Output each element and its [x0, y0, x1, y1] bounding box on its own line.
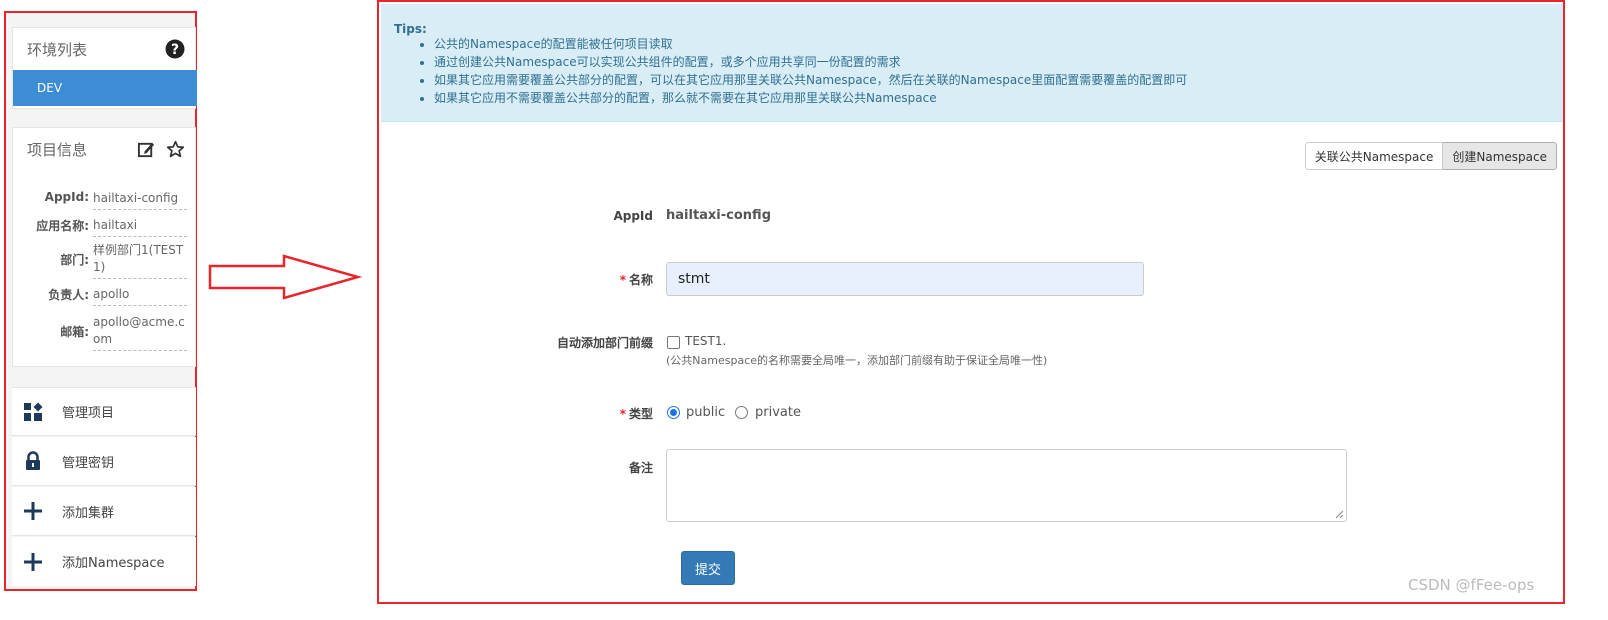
- nav-label: 添加Namespace: [62, 556, 165, 571]
- info-label: 邮箱:: [60, 325, 89, 339]
- required-mark: *: [619, 273, 626, 287]
- tips-list: 公共的Namespace的配置能被任何项目读取 通过创建公共Namespace可…: [394, 35, 1187, 107]
- appid-label: AppId: [613, 209, 653, 223]
- info-value: apollo: [93, 286, 187, 306]
- type-label-text: 类型: [628, 407, 653, 421]
- grid-icon: [22, 401, 44, 423]
- project-info-panel: 项目信息 AppId: hailtaxi-config 应用名称: hailta…: [12, 127, 196, 367]
- prefix-checkbox-label: TEST1.: [685, 334, 727, 348]
- info-label: 部门:: [60, 253, 89, 267]
- right-arrow-icon: [208, 254, 363, 304]
- env-item-dev[interactable]: DEV: [13, 70, 197, 106]
- info-label: AppId:: [44, 190, 89, 204]
- type-private-label: private: [755, 405, 801, 420]
- watermark-text: CSDN @fFee-ops: [1408, 576, 1535, 594]
- edit-icon[interactable]: [137, 140, 156, 159]
- prefix-label: 自动添加部门前缀: [556, 336, 653, 350]
- tips-title: Tips:: [394, 22, 427, 36]
- env-list-title: 环境列表: [27, 40, 88, 59]
- env-list-header: 环境列表 ?: [13, 28, 195, 70]
- name-label-text: 名称: [628, 273, 653, 287]
- info-value: hailtaxi: [93, 217, 187, 237]
- namespace-name-input[interactable]: [666, 262, 1144, 296]
- info-value: hailtaxi-config: [93, 190, 187, 210]
- type-label: * 类型: [513, 405, 653, 422]
- type-public-radio[interactable]: [667, 406, 680, 419]
- tips-item: 如果其它应用不需要覆盖公共部分的配置，那么就不需要在其它应用那里关联公共Name…: [434, 89, 1187, 107]
- tips-item: 公共的Namespace的配置能被任何项目读取: [434, 35, 1187, 53]
- type-private-radio[interactable]: [735, 406, 748, 419]
- tips-item: 通过创建公共Namespace可以实现公共组件的配置，或多个应用共享同一份配置的…: [434, 53, 1187, 71]
- name-label: * 名称: [513, 271, 653, 288]
- nav-manage-project[interactable]: 管理项目: [12, 387, 196, 436]
- nav-add-namespace[interactable]: 添加Namespace: [12, 537, 196, 586]
- star-icon[interactable]: [166, 140, 185, 159]
- sidebar-highlight-frame: 环境列表 ? DEV 项目信息 AppId: hailtaxi-config 应…: [4, 11, 197, 591]
- info-label: 负责人:: [48, 288, 89, 302]
- project-info-header: 项目信息: [13, 128, 195, 170]
- namespace-type-toggle: 关联公共Namespace 创建Namespace: [1304, 142, 1557, 170]
- required-mark: *: [619, 407, 626, 421]
- project-info-actions: [137, 140, 185, 159]
- type-public-label: public: [686, 405, 726, 420]
- nav-label: 添加集群: [62, 505, 115, 521]
- env-list-panel: 环境列表 ? DEV: [12, 27, 197, 109]
- create-namespace-highlight-frame: Tips: 公共的Namespace的配置能被任何项目读取 通过创建公共Name…: [377, 0, 1565, 604]
- help-icon[interactable]: ?: [165, 39, 185, 59]
- nav-label: 管理项目: [62, 406, 115, 421]
- info-value: 样例部门1(TEST1): [93, 242, 187, 279]
- info-label: 应用名称:: [36, 219, 89, 233]
- prefix-hint: (公共Namespace的名称需要全局唯一，添加部门前缀有助于保证全局唯一性): [666, 354, 1048, 367]
- nav-add-cluster[interactable]: 添加集群: [12, 487, 196, 536]
- info-value: apollo@acme.com: [93, 314, 187, 351]
- appid-value: hailtaxi-config: [666, 208, 771, 223]
- submit-button[interactable]: 提交: [681, 551, 735, 585]
- plus-icon: [22, 551, 44, 573]
- svg-text:?: ?: [171, 42, 179, 58]
- create-namespace-button[interactable]: 创建Namespace: [1443, 142, 1557, 170]
- plus-icon: [22, 500, 44, 522]
- project-info-title: 项目信息: [27, 140, 88, 159]
- tips-alert: Tips: 公共的Namespace的配置能被任何项目读取 通过创建公共Name…: [381, 4, 1563, 122]
- comment-textarea[interactable]: [666, 449, 1347, 522]
- lock-icon: [22, 450, 44, 472]
- nav-label: 管理密钥: [62, 455, 115, 471]
- link-public-namespace-button[interactable]: 关联公共Namespace: [1304, 142, 1444, 170]
- tips-item: 如果其它应用需要覆盖公共部分的配置，可以在其它应用那里关联公共Namespace…: [434, 71, 1187, 89]
- prefix-checkbox[interactable]: [667, 336, 680, 349]
- resize-handle-icon[interactable]: [1335, 510, 1344, 519]
- comment-label: 备注: [628, 461, 653, 475]
- nav-manage-keys[interactable]: 管理密钥: [12, 437, 196, 486]
